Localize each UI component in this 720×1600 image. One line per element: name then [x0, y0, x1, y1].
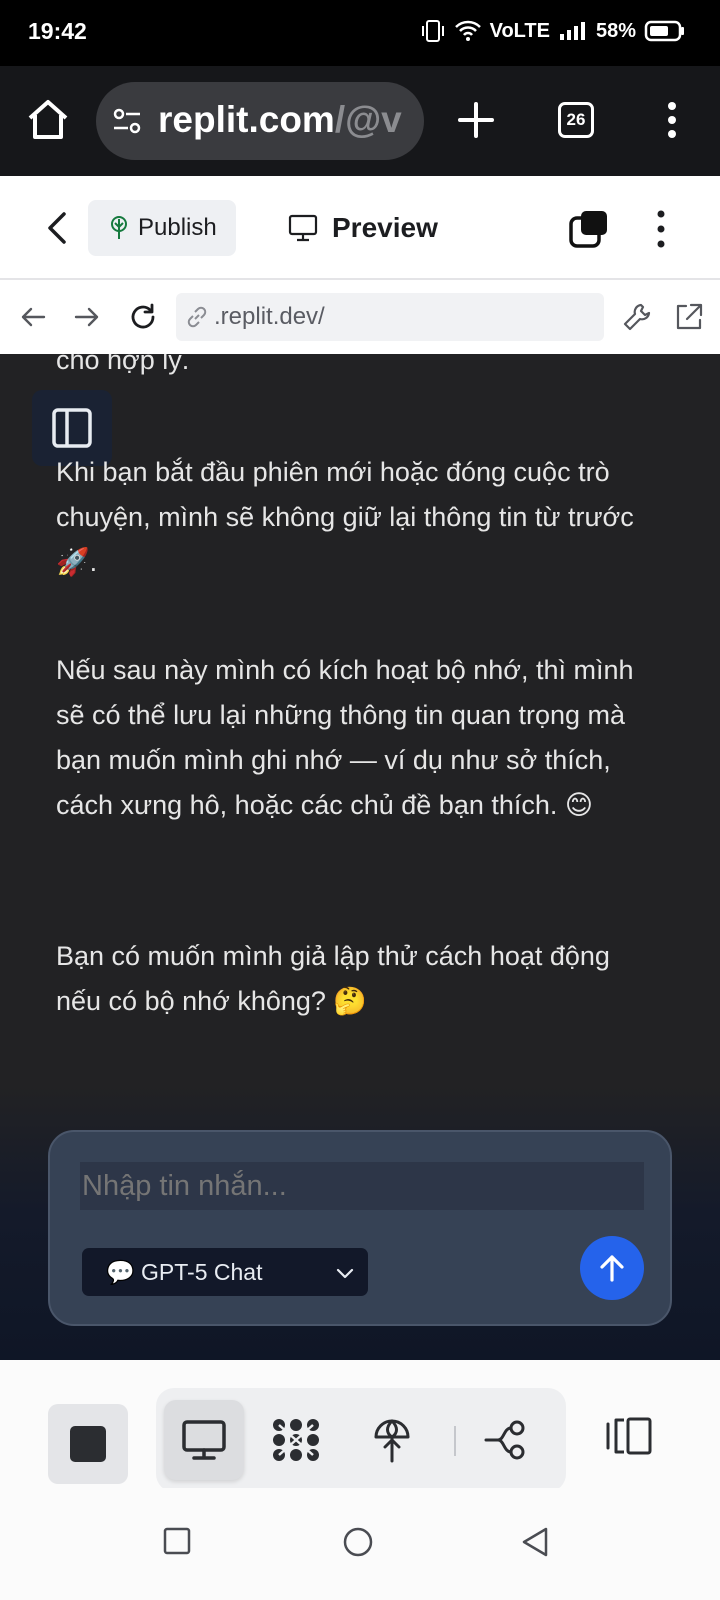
- back-chevron-icon[interactable]: [40, 206, 76, 250]
- status-bar: 19:42 VoLTE 58%: [0, 0, 720, 66]
- preview-button[interactable]: Preview: [288, 202, 438, 254]
- stop-button[interactable]: [48, 1404, 128, 1484]
- workspace-toolbar: [0, 1360, 720, 1492]
- tool-git[interactable]: [466, 1400, 546, 1480]
- chevron-down-icon: [336, 1268, 354, 1279]
- message-composer: 💬 GPT-5 Chat: [48, 1130, 672, 1326]
- site-settings-icon[interactable]: [110, 104, 144, 138]
- tool-group: [156, 1388, 566, 1492]
- message-input[interactable]: [80, 1162, 644, 1210]
- home-circle-icon[interactable]: [342, 1526, 374, 1558]
- system-navigation-bar: [0, 1488, 720, 1600]
- arrow-up-icon: [600, 1255, 624, 1282]
- home-icon[interactable]: [24, 96, 72, 144]
- git-branch-icon: [484, 1420, 525, 1460]
- chat-paragraph: Nếu sau này mình có kích hoạt bộ nhớ, th…: [56, 655, 634, 820]
- status-time: 19:42: [28, 18, 87, 44]
- link-icon: [187, 306, 207, 328]
- publish-button[interactable]: Publish: [88, 200, 236, 256]
- publish-tree-icon: [111, 216, 127, 239]
- new-tab-icon[interactable]: [452, 96, 500, 144]
- signal-icon: [559, 22, 585, 40]
- window-stack-icon[interactable]: [568, 208, 610, 250]
- url-path: /@v: [334, 99, 402, 140]
- reload-icon[interactable]: [126, 300, 160, 334]
- publish-antenna-icon: [374, 1419, 410, 1463]
- model-select-label: 💬 GPT-5 Chat: [106, 1258, 263, 1285]
- workspace-grid-icon: [273, 1419, 319, 1461]
- recents-square-icon[interactable]: [162, 1526, 192, 1556]
- toolbar-separator: [454, 1426, 456, 1456]
- preview-navigation-bar: .replit.dev/: [0, 280, 720, 354]
- forward-arrow-icon[interactable]: [70, 300, 104, 334]
- open-external-icon[interactable]: [672, 300, 706, 334]
- url-domain: replit.com: [158, 99, 335, 140]
- back-triangle-icon[interactable]: [520, 1526, 550, 1558]
- vibrate-icon: [421, 20, 444, 42]
- tool-publish[interactable]: [352, 1400, 432, 1480]
- battery-icon: [644, 20, 684, 42]
- back-arrow-icon[interactable]: [16, 300, 50, 334]
- preview-url-field[interactable]: .replit.dev/: [176, 293, 604, 341]
- wrench-icon[interactable]: [620, 300, 654, 334]
- more-icon[interactable]: [660, 96, 684, 144]
- replit-header: Publish Preview: [0, 176, 720, 280]
- network-label: VoLTE: [489, 19, 550, 42]
- preview-label: Preview: [332, 212, 438, 243]
- more-options-icon[interactable]: [650, 208, 672, 250]
- model-select[interactable]: 💬 GPT-5 Chat: [82, 1248, 368, 1296]
- send-button[interactable]: [580, 1236, 644, 1300]
- chat-paragraph: Khi bạn bắt đầu phiên mới hoặc đóng cuộc…: [56, 457, 634, 577]
- address-bar[interactable]: replit.com/@v: [96, 82, 424, 160]
- url-text: replit.com/@v: [158, 99, 402, 141]
- tool-workspace[interactable]: [256, 1400, 336, 1480]
- stop-icon: [70, 1426, 106, 1462]
- layout-panels-icon[interactable]: [604, 1416, 654, 1456]
- tool-preview[interactable]: [164, 1400, 244, 1480]
- wifi-icon: [454, 20, 481, 41]
- chat-paragraph: Bạn có muốn mình giả lập thử cách hoạt đ…: [56, 941, 610, 1016]
- status-icons: VoLTE 58%: [420, 18, 686, 44]
- battery-percent: 58%: [595, 19, 636, 42]
- chat-area: cho hợp lý. Khi bạn bắt đầu phiên mới ho…: [0, 354, 720, 1360]
- monitor-icon: [288, 214, 318, 242]
- preview-monitor-icon: [182, 1420, 226, 1460]
- browser-toolbar: replit.com/@v 26: [0, 66, 720, 176]
- tab-switcher-button[interactable]: 26: [558, 102, 594, 138]
- chat-paragraph: cho hợp lý.: [56, 354, 190, 375]
- publish-label: Publish: [138, 214, 217, 241]
- preview-url-text: .replit.dev/: [214, 303, 325, 330]
- sidebar-panel-icon: [52, 408, 92, 448]
